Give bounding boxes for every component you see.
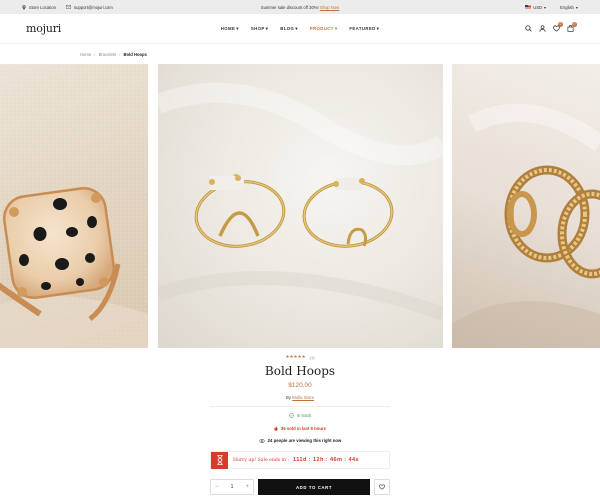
stock-status: In stock <box>0 413 600 418</box>
chevron-down-icon: ▾ <box>236 25 239 31</box>
search-icon <box>524 25 532 32</box>
product-price: $120.00 <box>288 382 312 389</box>
store-location-label: Store Location <box>29 4 57 10</box>
sold-count: 36 sold in last 8 hours <box>0 426 600 431</box>
wishlist-count-badge: 0 <box>558 21 563 27</box>
search-button[interactable] <box>524 25 532 33</box>
fire-icon <box>274 426 278 431</box>
heart-icon <box>379 484 385 490</box>
chevron-down-icon: ▾ <box>265 25 269 31</box>
gold-chain-rings-image <box>452 103 600 348</box>
sold-label: 36 sold in last 8 hours <box>280 426 327 431</box>
email-label: support@mojuri.com <box>74 4 113 10</box>
breadcrumb-bracelets[interactable]: Bracelets <box>99 52 116 57</box>
nav-label: FEATURED <box>349 26 376 31</box>
chevron-down-icon: ▾ <box>295 25 298 31</box>
wishlist-button[interactable]: 0 <box>552 21 563 33</box>
product-page: Store Location support@mojuri.com Summer… <box>0 0 600 500</box>
chevron-down-icon: ▾ <box>544 4 547 10</box>
nav-item-home[interactable]: HOME ▾ <box>221 26 239 32</box>
viewing-count: 24 people are viewing this right now <box>0 438 600 443</box>
breadcrumb-current: Bold Hoops <box>123 51 147 57</box>
quantity-value[interactable]: 1 <box>231 484 234 490</box>
cart-button[interactable]: 0 <box>566 21 577 33</box>
review-count: (1) <box>309 354 315 360</box>
breadcrumb-separator: › <box>94 51 96 57</box>
product-title: Bold Hoops <box>264 364 336 378</box>
user-icon <box>539 25 545 32</box>
language-label: English <box>560 4 574 10</box>
product-info: ★★★★★ (1) Bold Hoops $120.00 By Molla St… <box>0 352 600 443</box>
add-to-wishlist-button[interactable] <box>374 479 390 495</box>
topbar-right: USD ▾ English ▾ <box>525 5 578 10</box>
viewing-label: 24 people are viewing this right now <box>267 438 342 443</box>
star-rating-icon: ★★★★★ <box>285 354 306 359</box>
sale-icon-box <box>211 451 228 469</box>
nav-label: HOME <box>220 26 236 31</box>
breadcrumb-separator: › <box>119 51 121 57</box>
currency-selector[interactable]: USD ▾ <box>525 5 546 10</box>
quantity-stepper: − 1 + <box>210 479 254 495</box>
header-icons: 0 0 <box>524 21 577 33</box>
product-vendor: By Molla Store <box>0 395 600 400</box>
product-image-1[interactable] <box>0 64 148 348</box>
nav-item-blog[interactable]: BLOG ▾ <box>280 26 298 32</box>
vendor-link[interactable]: Molla Store <box>292 395 314 400</box>
eye-icon <box>258 438 265 443</box>
nav-label: BLOG <box>280 26 295 31</box>
product-image-2[interactable] <box>158 64 443 348</box>
nav-label: PRODUCT <box>309 26 334 31</box>
product-rating[interactable]: ★★★★★ (1) <box>0 352 600 362</box>
ring-with-black-spots-image <box>0 64 148 348</box>
stock-label: In stock <box>296 413 312 418</box>
countdown-timer: 111d : 12h : 46m : 44s <box>293 457 360 463</box>
currency-label: USD <box>533 4 543 10</box>
nav-item-product[interactable]: PRODUCT ▾ <box>310 26 338 32</box>
store-location-link[interactable]: Store Location <box>22 5 56 10</box>
sale-text: Hurry up! Sale ends in : <box>233 457 290 463</box>
hourglass-icon <box>216 455 223 465</box>
two-gold-open-rings-image <box>158 82 443 321</box>
nav-label: SHOP <box>250 26 265 31</box>
cart-count-badge: 0 <box>572 21 577 27</box>
divider <box>210 406 390 407</box>
main-nav: HOME ▾ SHOP ▾ BLOG ▾ PRODUCT ▾ FEATURED ▾ <box>0 26 600 32</box>
product-gallery <box>0 64 600 348</box>
us-flag-icon <box>525 5 532 9</box>
product-image-3[interactable] <box>452 64 600 348</box>
announcement-bar: Store Location support@mojuri.com Summer… <box>0 0 600 14</box>
breadcrumb-home[interactable]: Home <box>80 52 91 57</box>
check-circle-icon <box>288 413 294 418</box>
site-header: mojuri HOME ▾ SHOP ▾ BLOG ▾ PRODUCT ▾ FEATUR… <box>0 14 600 44</box>
increase-quantity-button[interactable]: + <box>245 484 249 490</box>
chevron-down-icon: ▾ <box>334 25 338 31</box>
add-to-cart-button[interactable]: ADD TO CART <box>258 479 370 495</box>
location-pin-icon <box>22 4 26 10</box>
vendor-prefix: By <box>286 395 292 400</box>
shop-now-link[interactable]: Shop Now <box>320 5 339 10</box>
topbar-left: Store Location support@mojuri.com <box>22 5 113 10</box>
email-link[interactable]: support@mojuri.com <box>66 5 113 10</box>
announcement-text: Summer sale discount off 30%! <box>260 4 319 10</box>
envelope-icon <box>66 5 72 9</box>
site-logo[interactable]: mojuri <box>26 22 61 35</box>
chevron-down-icon: ▾ <box>575 4 578 10</box>
decrease-quantity-button[interactable]: − <box>215 484 219 490</box>
purchase-row: − 1 + ADD TO CART <box>210 479 390 495</box>
sale-countdown: Hurry up! Sale ends in : 111d : 12h : 46… <box>210 451 390 469</box>
breadcrumb: Home › Bracelets › Bold Hoops <box>0 44 600 64</box>
nav-item-featured[interactable]: FEATURED ▾ <box>349 26 379 32</box>
nav-item-shop[interactable]: SHOP ▾ <box>251 26 268 32</box>
language-selector[interactable]: English ▾ <box>560 5 578 10</box>
chevron-down-icon: ▾ <box>376 25 380 31</box>
account-button[interactable] <box>538 25 546 33</box>
